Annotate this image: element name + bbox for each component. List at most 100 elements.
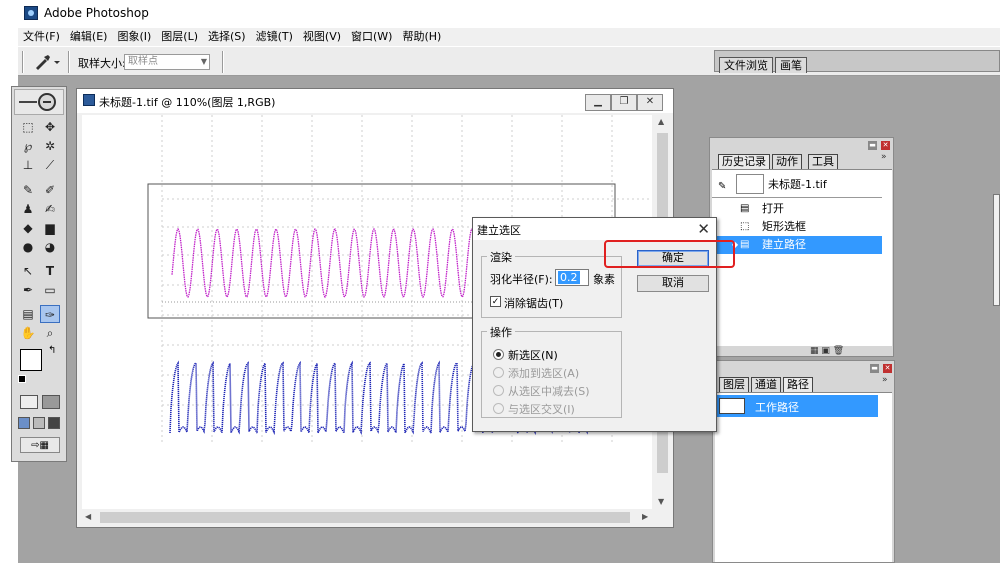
panel-minimize-icon[interactable]: ▬: [868, 141, 877, 150]
swap-colors-icon[interactable]: ↰: [48, 345, 56, 356]
menu-layer[interactable]: 图层(L): [156, 28, 203, 46]
radio-add-to-selection[interactable]: [493, 367, 504, 378]
dodge-tool-icon[interactable]: ◕: [40, 238, 60, 256]
menu-view[interactable]: 视图(V): [298, 28, 346, 46]
panel-close-icon[interactable]: ✕: [881, 141, 890, 150]
slice-tool-icon[interactable]: ⟋: [40, 156, 60, 174]
tab-tool-presets[interactable]: 工具: [808, 154, 838, 169]
paths-panel: ▬ ✕ 图层 通道 路径 » 工作路径: [712, 360, 895, 563]
snapshot-brush-icon: ✎: [718, 181, 727, 192]
eyedropper-tool-icon[interactable]: ✑: [40, 305, 60, 323]
default-colors-icon[interactable]: [18, 375, 26, 383]
horizontal-scroll-thumb[interactable]: [100, 512, 630, 523]
menu-edit[interactable]: 编辑(E): [65, 28, 113, 46]
scroll-down-icon[interactable]: ▼: [658, 497, 664, 506]
path-selection-tool-icon[interactable]: ↖: [18, 262, 38, 280]
tab-layers[interactable]: 图层: [719, 377, 749, 392]
blur-tool-icon[interactable]: ●: [18, 238, 38, 256]
tab-history[interactable]: 历史记录: [718, 154, 770, 169]
panel-minimize-icon[interactable]: ▬: [870, 364, 879, 373]
eraser-tool-icon[interactable]: ◆: [18, 219, 38, 237]
screen-mode-1-icon[interactable]: [18, 417, 30, 429]
history-panel: ▬ ✕ 历史记录 动作 工具 » ✎ 未标题-1.tif ▤ 打开 ⬚ 矩形选框…: [709, 137, 894, 357]
marquee-tool-icon[interactable]: ⬚: [18, 118, 38, 136]
menu-select[interactable]: 选择(S): [203, 28, 251, 46]
close-icon[interactable]: ✕: [697, 220, 710, 238]
scroll-up-icon[interactable]: ▲: [658, 117, 664, 126]
zoom-tool-icon[interactable]: ⌕: [40, 324, 60, 342]
menu-image[interactable]: 图象(I): [112, 28, 156, 46]
jump-to-imageready-icon[interactable]: ⇨▦: [20, 437, 60, 453]
panel-close-icon[interactable]: ✕: [883, 364, 892, 373]
type-tool-icon[interactable]: T: [40, 262, 60, 280]
work-path-row[interactable]: 工作路径: [715, 395, 878, 417]
scroll-right-icon[interactable]: ▶: [642, 512, 648, 521]
history-item-open[interactable]: ▤ 打开: [714, 200, 882, 218]
standard-mode-icon[interactable]: [20, 395, 38, 409]
shape-tool-icon[interactable]: ▭: [40, 281, 60, 299]
new-selection-label: 新选区(N): [508, 349, 558, 362]
history-footer-icons[interactable]: ▦ ▣ 🗑: [810, 346, 890, 356]
separator: [222, 51, 224, 73]
screen-mode-2-icon[interactable]: [33, 417, 45, 429]
history-step-icon: ▤: [740, 203, 750, 214]
history-item-make-path[interactable]: ◆ ▤ 建立路径: [714, 236, 882, 254]
radio-intersect-selection[interactable]: [493, 403, 504, 414]
history-brush-tool-icon[interactable]: ✍: [40, 200, 60, 218]
maximize-button[interactable]: ❐: [611, 94, 637, 111]
close-button[interactable]: ✕: [637, 94, 663, 111]
document-title-bar[interactable]: 未标题-1.tif @ 110%(图层 1,RGB) ▁ ❐ ✕: [77, 89, 673, 113]
clone-stamp-tool-icon[interactable]: ♟: [18, 200, 38, 218]
toolbox-header[interactable]: [14, 89, 64, 115]
path-thumbnail: [719, 398, 745, 414]
magic-wand-tool-icon[interactable]: ✲: [40, 137, 60, 155]
tab-actions[interactable]: 动作: [772, 154, 802, 169]
panel-menu-icon[interactable]: »: [882, 375, 888, 385]
move-tool-icon[interactable]: ✥: [40, 118, 60, 136]
cancel-button[interactable]: 取消: [637, 275, 709, 292]
horizontal-scrollbar[interactable]: ◀ ▶: [82, 510, 655, 525]
menu-help[interactable]: 帮助(H): [397, 28, 446, 46]
minimize-button[interactable]: ▁: [585, 94, 611, 111]
scroll-left-icon[interactable]: ◀: [85, 512, 91, 521]
snapshot-label: 未标题-1.tif: [768, 178, 827, 191]
tab-paths[interactable]: 路径: [783, 377, 813, 392]
gradient-tool-icon[interactable]: ▆: [40, 219, 60, 237]
tab-channels[interactable]: 通道: [751, 377, 781, 392]
snapshot-thumbnail: [736, 174, 764, 194]
highlight-annotation: [604, 240, 735, 268]
feather-radius-input[interactable]: 0.2: [555, 269, 589, 286]
notes-tool-icon[interactable]: ▤: [18, 305, 38, 323]
screen-mode-3-icon[interactable]: [48, 417, 60, 429]
foreground-color-swatch[interactable]: [20, 349, 42, 371]
sample-size-select[interactable]: 取样点 ▼: [124, 54, 210, 70]
brush-tool-icon[interactable]: ✐: [40, 181, 60, 199]
render-group-label: 渲染: [487, 249, 515, 265]
radio-new-selection[interactable]: [493, 349, 504, 360]
panel-menu-icon[interactable]: »: [881, 152, 887, 162]
history-item-marquee[interactable]: ⬚ 矩形选框: [714, 218, 882, 236]
healing-brush-tool-icon[interactable]: ✎: [18, 181, 38, 199]
tab-brushes[interactable]: 画笔: [775, 57, 807, 73]
radio-subtract-from-selection[interactable]: [493, 385, 504, 396]
menu-window[interactable]: 窗口(W): [346, 28, 397, 46]
tab-file-browser[interactable]: 文件浏览: [719, 57, 773, 73]
eyedropper-preset-icon[interactable]: [32, 53, 62, 71]
menu-filter[interactable]: 滤镜(T): [251, 28, 298, 46]
crop-tool-icon[interactable]: ⊥: [18, 156, 38, 174]
history-item-label: 矩形选框: [762, 220, 806, 233]
history-snapshot[interactable]: ✎ 未标题-1.tif: [714, 174, 882, 196]
app-title: Adobe Photoshop: [44, 6, 149, 20]
toolbox: ⬚ ✥ ℘ ✲ ⊥ ⟋ ✎ ✐ ♟ ✍ ◆ ▆ ● ◕ ↖ T ✒ ▭ ▤ ✑ …: [11, 86, 67, 462]
separator: [68, 51, 70, 73]
paths-list: 工作路径: [715, 392, 892, 562]
chevron-down-icon: ▼: [200, 57, 207, 66]
antialias-checkbox[interactable]: ✓: [490, 296, 501, 307]
lasso-tool-icon[interactable]: ℘: [18, 137, 38, 155]
quick-mask-icon[interactable]: [42, 395, 60, 409]
menu-file[interactable]: 文件(F): [18, 28, 65, 46]
hand-tool-icon[interactable]: ✋: [18, 324, 38, 342]
pen-tool-icon[interactable]: ✒: [18, 281, 38, 299]
dialog-title-bar[interactable]: 建立选区 ✕: [473, 218, 716, 240]
divider: [712, 197, 882, 198]
